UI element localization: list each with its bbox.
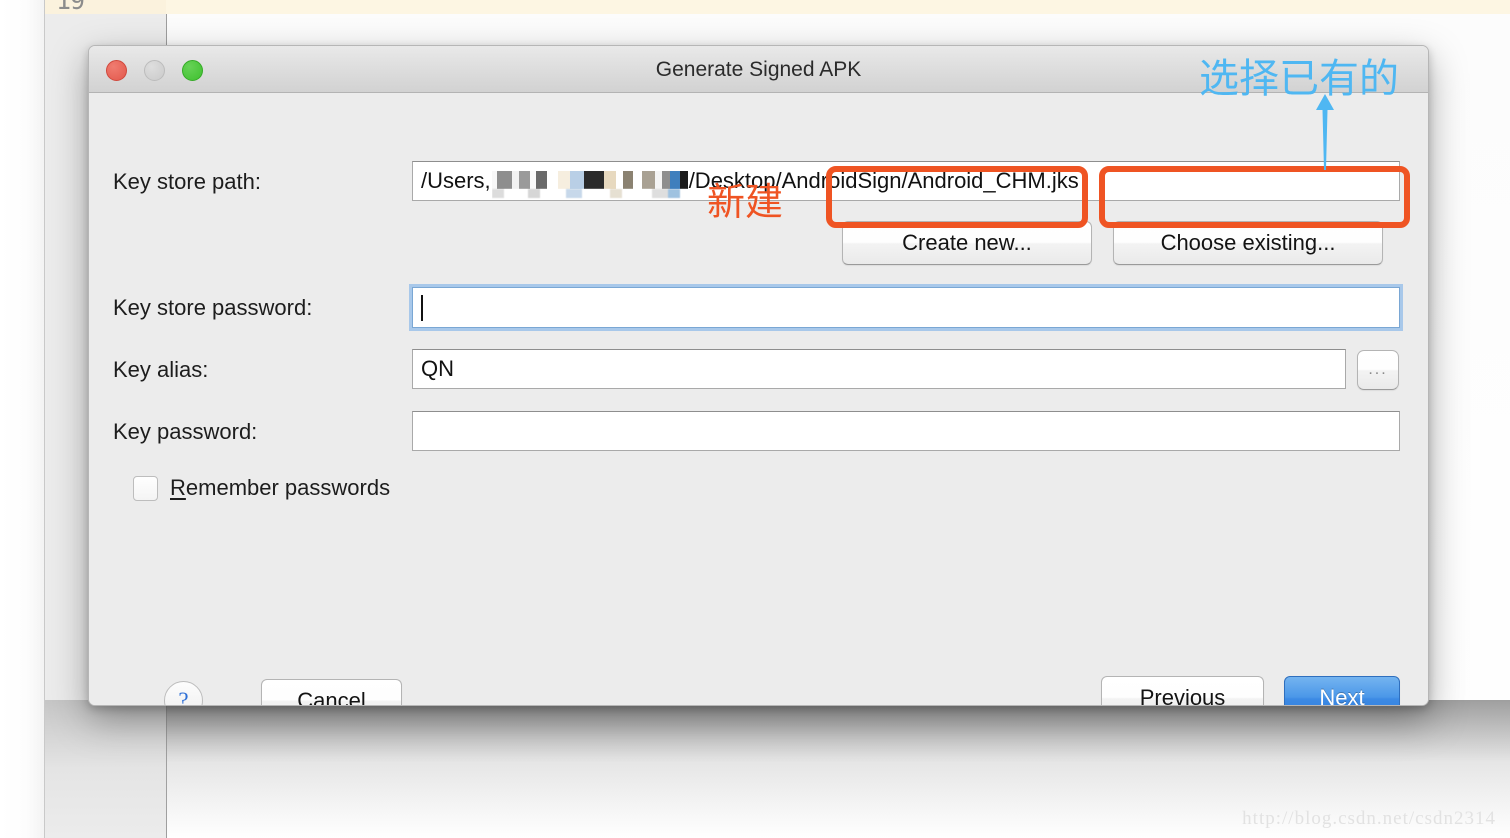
remember-passwords-checkbox[interactable]: [133, 476, 158, 501]
key-alias-input[interactable]: QN: [412, 349, 1346, 389]
cancel-button[interactable]: Cancel: [261, 679, 402, 705]
mnemonic-letter: R: [170, 475, 186, 500]
key-password-input[interactable]: [412, 411, 1400, 451]
annotation-choose-existing-label: 选择已有的: [1199, 56, 1399, 102]
key-store-path-input[interactable]: /Users,/Desktop/AndroidSign/Android_CHM.…: [412, 161, 1400, 201]
ide-left-margin: [0, 0, 44, 838]
key-store-password-label: Key store password:: [113, 295, 313, 320]
key-alias-browse-button[interactable]: ...: [1357, 350, 1399, 390]
annotation-create-new-label: 新建: [707, 180, 784, 224]
previous-button[interactable]: Previous: [1101, 676, 1264, 705]
create-new-button[interactable]: Create new...: [842, 221, 1092, 265]
key-store-path-prefix: /Users,: [421, 168, 491, 193]
help-button[interactable]: ?: [164, 681, 203, 705]
generate-signed-apk-dialog: Generate Signed APK Key store path: /Use…: [88, 45, 1429, 706]
redacted-username: [491, 165, 688, 199]
key-password-label: Key password:: [113, 419, 258, 444]
remember-passwords-label-rest: emember passwords: [185, 475, 391, 500]
next-button[interactable]: Next: [1284, 676, 1400, 705]
key-store-path-label: Key store path:: [113, 169, 261, 194]
ide-gutter-divider: [44, 0, 45, 838]
ide-current-line-highlight: [45, 0, 1510, 14]
choose-existing-button[interactable]: Choose existing...: [1113, 221, 1383, 265]
key-alias-label: Key alias:: [113, 357, 209, 382]
text-caret: [421, 294, 423, 321]
key-store-password-input[interactable]: [412, 287, 1400, 328]
ide-line-number: 19: [56, 0, 85, 15]
watermark-text: http://blog.csdn.net/csdn2314: [1242, 808, 1496, 829]
remember-passwords-label: Remember passwords: [170, 475, 390, 501]
